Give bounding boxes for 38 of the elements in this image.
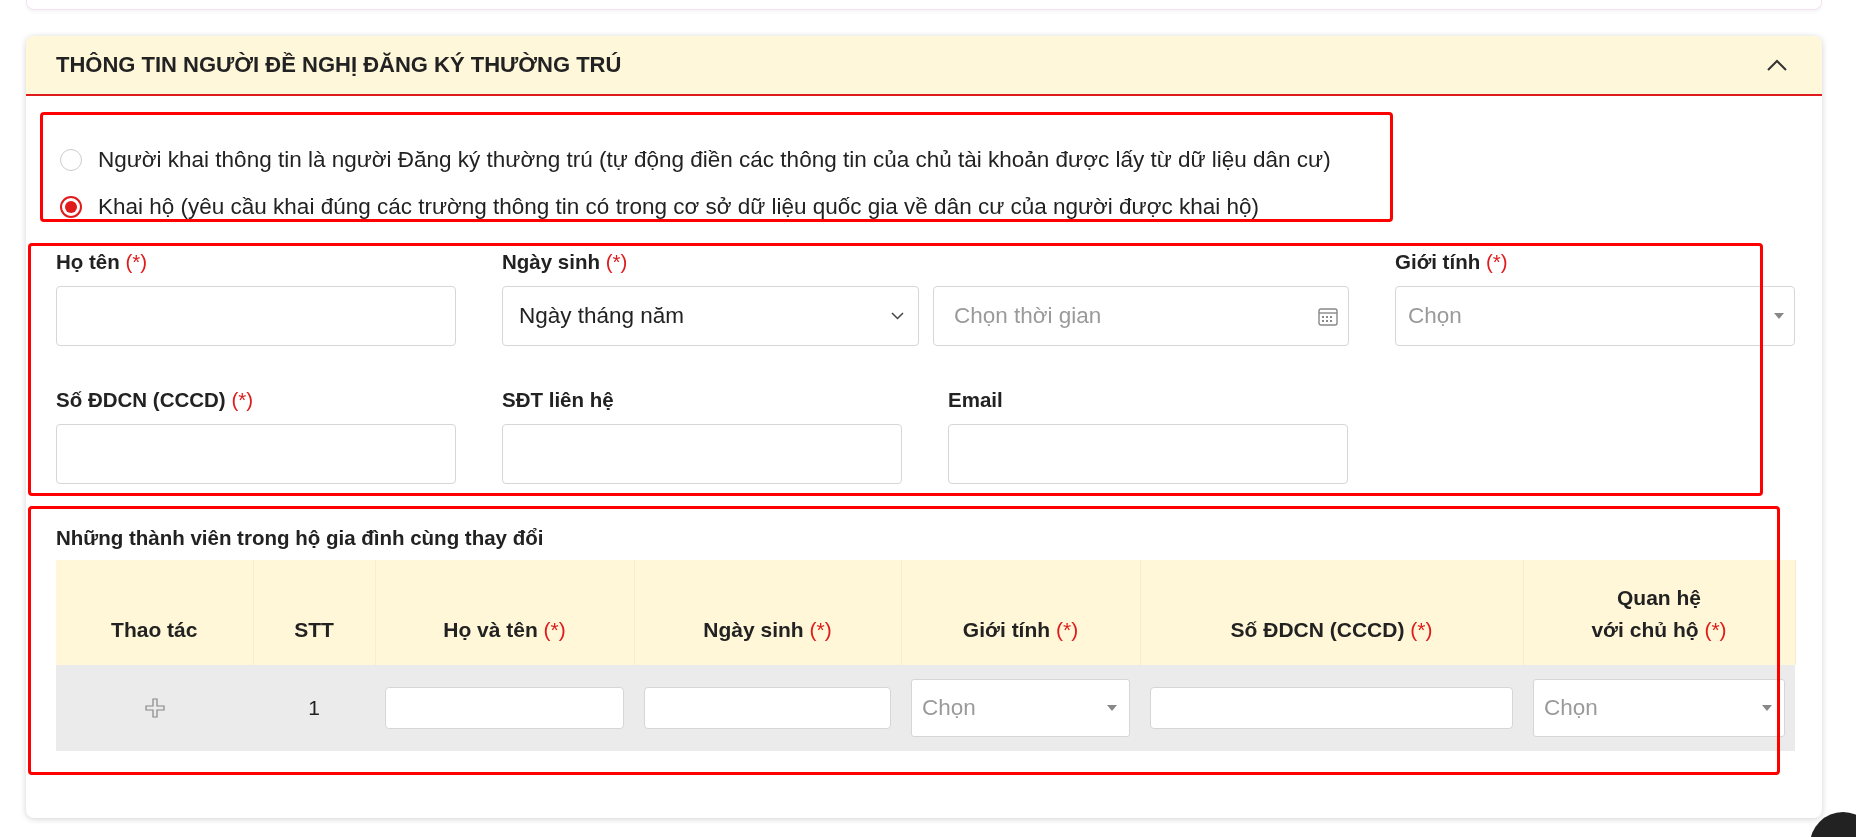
radio-label: Khai hộ (yêu cầu khai đúng các trường thông tin có trong cơ sở dữ liệu quốc gia về dân cư của người được khai hộ): [98, 193, 1259, 220]
field-label: Ngày sinh (*): [502, 250, 629, 274]
column-header: Giới tính (*): [901, 560, 1140, 665]
input-field[interactable]: [1150, 687, 1513, 729]
calendar-icon: [1318, 306, 1338, 326]
column-header: Số ĐDCN (CCCD) (*): [1140, 560, 1523, 665]
column-header: STT: [253, 560, 375, 665]
input-field[interactable]: [385, 687, 624, 729]
input-field[interactable]: [644, 687, 891, 729]
select-field[interactable]: Chọn: [1533, 679, 1785, 737]
input-field[interactable]: [56, 286, 456, 346]
field-label: Họ tên (*): [56, 250, 149, 274]
chevron-down-icon: [891, 312, 904, 320]
section-title: THÔNG TIN NGƯỜI ĐỀ NGHỊ ĐĂNG KÝ THƯỜNG TRÚ: [56, 52, 622, 78]
field-label: Giới tính (*): [1395, 250, 1509, 274]
radio-label: Người khai thông tin là người Đăng ký thường trú (tự động điền các thông tin của chủ tài khoản được lấy từ dữ liệu dân cư): [98, 146, 1331, 173]
table-cell: 1: [308, 696, 320, 719]
radio-button[interactable]: [60, 195, 82, 218]
input-field[interactable]: [56, 424, 456, 484]
date-field[interactable]: Chọn thời gian: [933, 286, 1349, 346]
select-field[interactable]: Ngày tháng năm: [502, 286, 919, 346]
table-title: Những thành viên trong hộ gia đình cùng thay đổi: [56, 526, 545, 550]
column-header: Quan hệ với chủ hộ (*): [1523, 560, 1795, 665]
add-icon[interactable]: [144, 698, 165, 718]
select-field[interactable]: Chọn: [1395, 286, 1795, 346]
column-header: Thao tác: [56, 560, 253, 665]
chevron-up-icon[interactable]: [1766, 58, 1788, 72]
dropdown-icon: [1774, 313, 1784, 319]
field-label: Số ĐDCN (CCCD) (*): [56, 388, 255, 412]
column-header: Ngày sinh (*): [634, 560, 901, 665]
column-header: Họ và tên (*): [375, 560, 634, 665]
dropdown-icon: [1107, 705, 1117, 711]
field-label: SĐT liên hệ: [502, 388, 615, 412]
input-field[interactable]: [948, 424, 1348, 484]
field-label: Email: [948, 388, 1004, 412]
input-field[interactable]: [502, 424, 902, 484]
dropdown-icon: [1762, 705, 1772, 711]
select-field[interactable]: Chọn: [911, 679, 1130, 737]
